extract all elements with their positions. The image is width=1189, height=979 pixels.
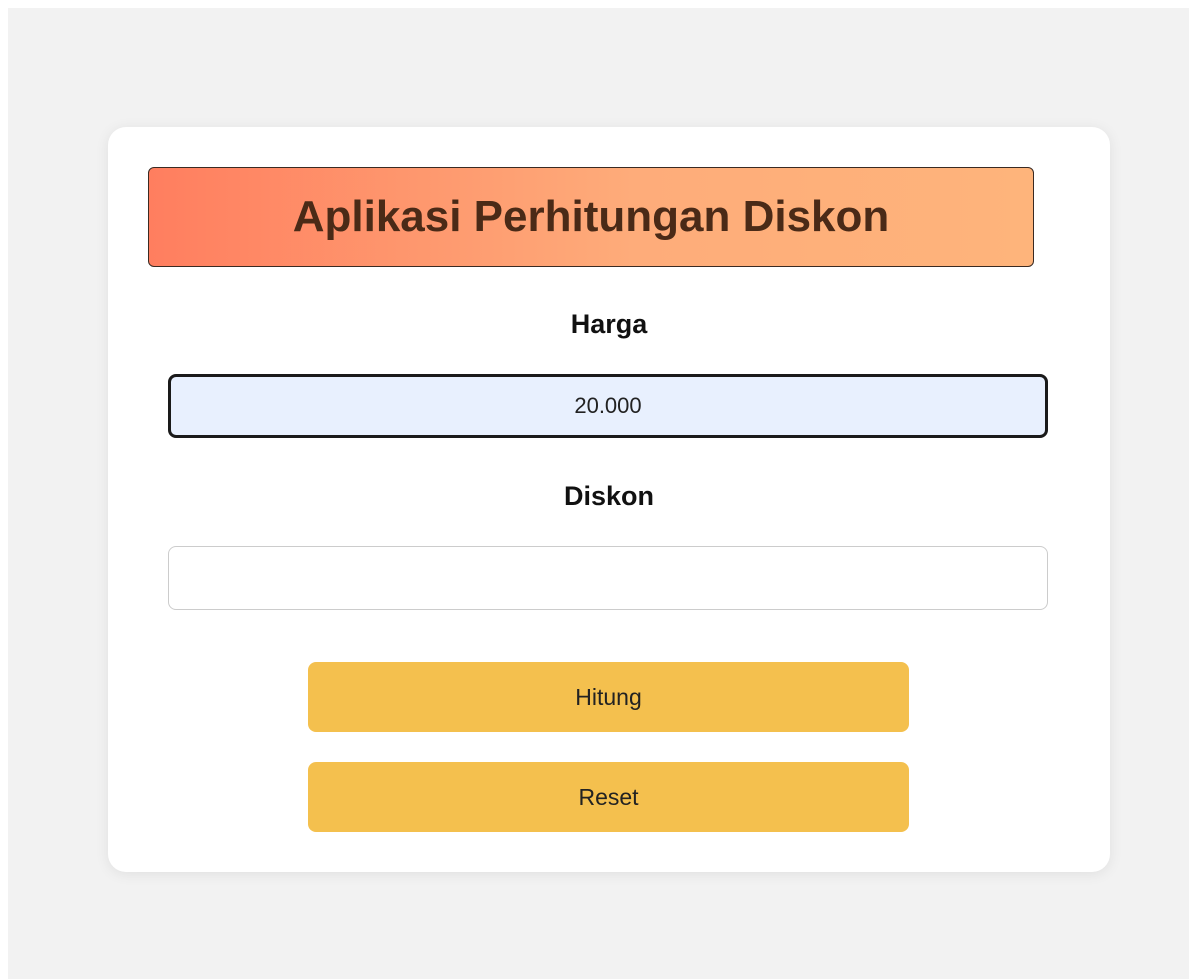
reset-button[interactable]: Reset [308, 762, 909, 832]
hitung-button[interactable]: Hitung [308, 662, 909, 732]
diskon-input[interactable] [168, 546, 1048, 610]
calculator-card: Aplikasi Perhitungan Diskon Harga Diskon… [108, 127, 1110, 872]
harga-input[interactable] [168, 374, 1048, 438]
title-banner: Aplikasi Perhitungan Diskon [148, 167, 1034, 267]
page-background: Aplikasi Perhitungan Diskon Harga Diskon… [8, 8, 1189, 979]
page-title: Aplikasi Perhitungan Diskon [292, 192, 890, 241]
harga-label: Harga [570, 309, 648, 339]
diskon-label: Diskon [563, 481, 655, 511]
